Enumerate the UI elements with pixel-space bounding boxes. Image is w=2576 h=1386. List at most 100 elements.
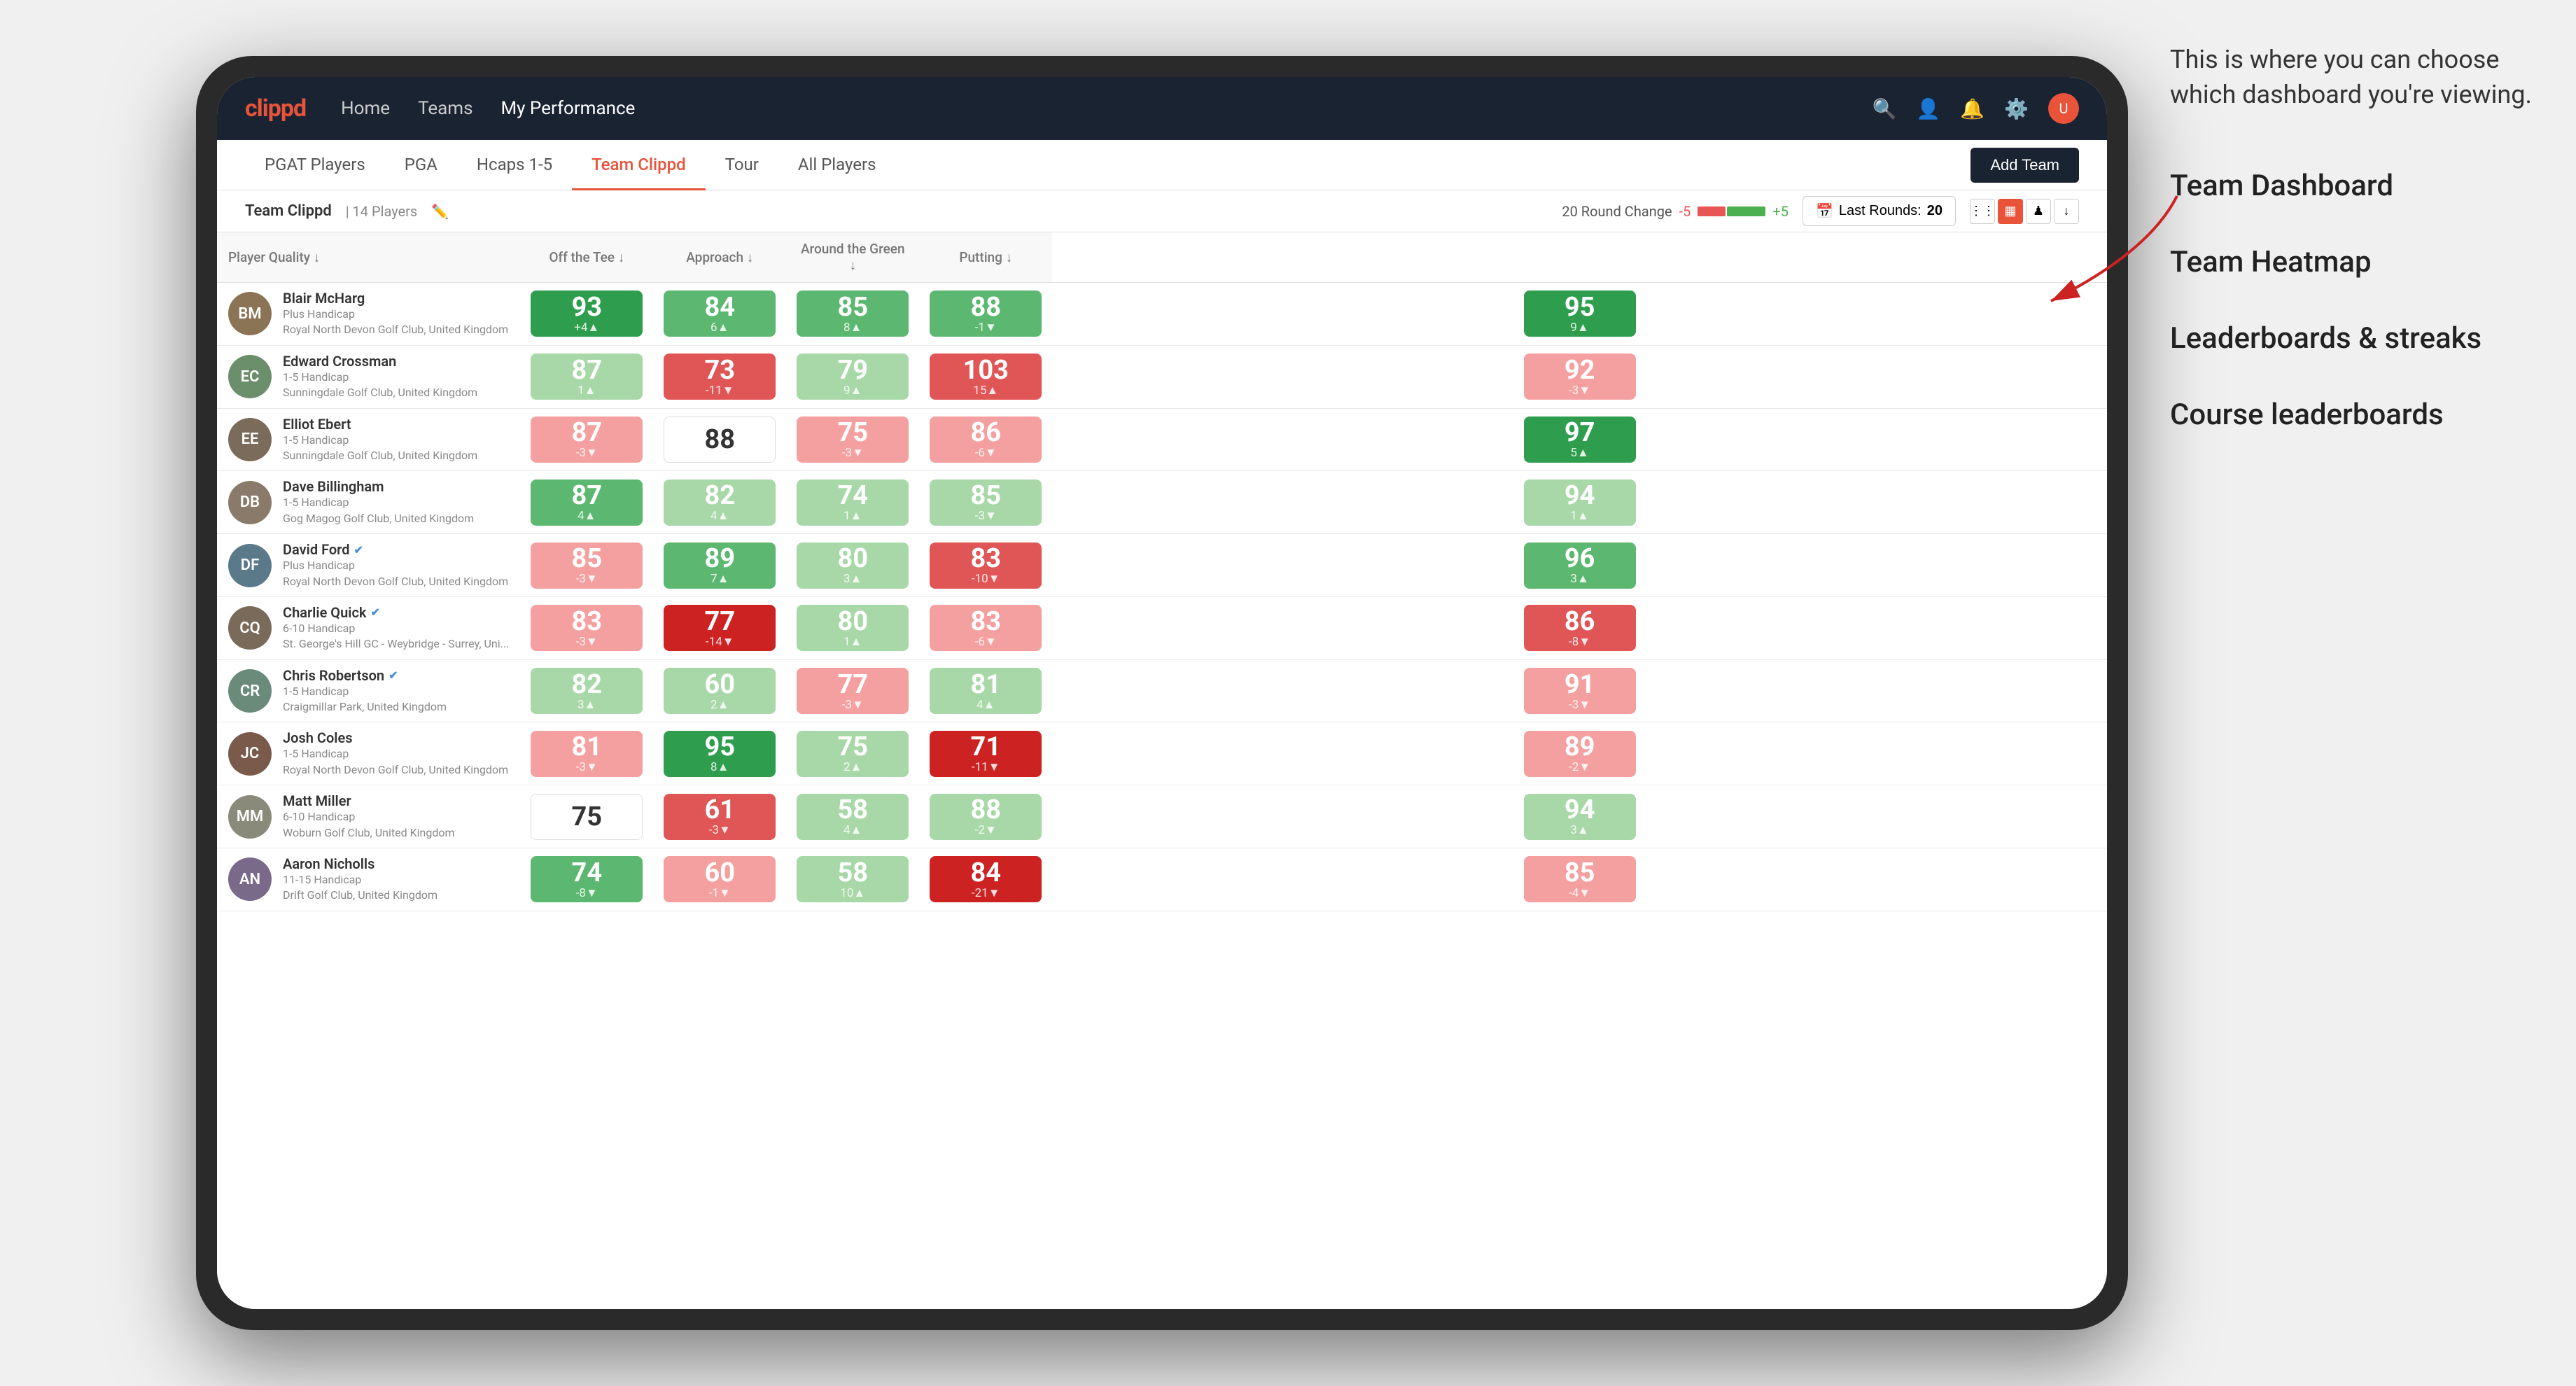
player-club: Gog Magog Golf Club, United Kingdom (283, 511, 509, 526)
table-row[interactable]: BM Blair McHarg Plus Handicap Royal Nort… (217, 283, 2107, 346)
player-name: Dave Billingham (283, 478, 509, 495)
score-box: 95 9▲ (1524, 290, 1636, 337)
score-cell-2: 58 4▲ (786, 785, 919, 848)
score-cell-3: 103 15▲ (919, 345, 1052, 408)
score-cell-3: 71 -11▼ (919, 722, 1052, 785)
score-box: 58 10▲ (797, 856, 909, 902)
table-row[interactable]: DF David Ford ✔ Plus Handicap Royal Nort… (217, 534, 2107, 597)
score-box: 86 -8▼ (1524, 605, 1636, 651)
score-box: 71 -11▼ (930, 731, 1042, 777)
calendar-icon: 📅 (1816, 202, 1833, 220)
tab-pgat[interactable]: PGAT Players (245, 140, 385, 190)
score-cell-4: 94 1▲ (1052, 471, 2107, 534)
nav-item-my-performance[interactable]: My Performance (500, 98, 635, 119)
add-team-button[interactable]: Add Team (1970, 148, 2079, 183)
nav-item-home[interactable]: Home (341, 98, 390, 119)
search-icon[interactable]: 🔍 (1872, 97, 1897, 120)
tab-all-players[interactable]: All Players (778, 140, 896, 190)
score-cell-3: 81 4▲ (919, 659, 1052, 722)
score-cell-2: 58 10▲ (786, 848, 919, 911)
score-box: 87 4▲ (531, 479, 643, 526)
col-header-player: Player Quality ↓ (217, 232, 520, 283)
round-change: 20 Round Change -5 +5 (1562, 203, 1788, 220)
col-header-approach[interactable]: Approach ↓ (653, 232, 786, 283)
score-cell-0: 82 3▲ (520, 659, 653, 722)
player-handicap: 1-5 Handicap (283, 684, 509, 699)
player-info: Dave Billingham 1-5 Handicap Gog Magog G… (283, 478, 509, 526)
score-box: 95 8▲ (664, 731, 776, 777)
score-box: 94 3▲ (1524, 794, 1636, 840)
annotation-area: This is where you can choose which dashb… (2170, 42, 2534, 474)
player-avatar: CQ (228, 606, 272, 650)
score-box: 81 -3▼ (531, 731, 643, 777)
table-row[interactable]: EC Edward Crossman 1-5 Handicap Sunningd… (217, 345, 2107, 408)
score-cell-1: 95 8▲ (653, 722, 786, 785)
score-box: 60 2▲ (664, 668, 776, 714)
player-info: David Ford ✔ Plus Handicap Royal North D… (283, 541, 509, 589)
player-info: Edward Crossman 1-5 Handicap Sunningdale… (283, 353, 509, 401)
table-row[interactable]: AN Aaron Nicholls 11-15 Handicap Drift G… (217, 848, 2107, 911)
score-cell-0: 83 -3▼ (520, 596, 653, 659)
table-row[interactable]: DB Dave Billingham 1-5 Handicap Gog Mago… (217, 471, 2107, 534)
score-box: 58 4▲ (797, 794, 909, 840)
score-cell-4: 92 -3▼ (1052, 345, 2107, 408)
data-table: Player Quality ↓ Off the Tee ↓ Approach … (217, 232, 2107, 911)
sub-header: Team Clippd | 14 Players ✏️ 20 Round Cha… (217, 190, 2107, 232)
player-info: Charlie Quick ✔ 6-10 Handicap St. George… (283, 604, 509, 652)
verified-icon: ✔ (370, 606, 379, 619)
profile-icon[interactable]: 👤 (1916, 97, 1940, 120)
score-cell-0: 74 -8▼ (520, 848, 653, 911)
score-box: 75 -3▼ (797, 416, 909, 463)
nav-item-teams[interactable]: Teams (418, 98, 472, 119)
col-header-around-green[interactable]: Around the Green ↓ (786, 232, 919, 283)
tab-hcaps[interactable]: Hcaps 1-5 (457, 140, 572, 190)
score-box: 84 -21▼ (930, 856, 1042, 902)
tab-pga[interactable]: PGA (385, 140, 457, 190)
player-handicap: 1-5 Handicap (283, 746, 509, 762)
score-box: 85 -3▼ (930, 479, 1042, 526)
score-box: 83 -10▼ (930, 542, 1042, 589)
player-cell: BM Blair McHarg Plus Handicap Royal Nort… (217, 283, 520, 345)
annotation-item-1: Team Heatmap (2170, 245, 2534, 279)
score-box: 87 1▲ (531, 354, 643, 400)
score-cell-3: 88 -2▼ (919, 785, 1052, 848)
table-row[interactable]: MM Matt Miller 6-10 Handicap Woburn Golf… (217, 785, 2107, 848)
player-info: Josh Coles 1-5 Handicap Royal North Devo… (283, 729, 509, 778)
table-row[interactable]: CQ Charlie Quick ✔ 6-10 Handicap St. Geo… (217, 596, 2107, 659)
annotation-items: Team Dashboard Team Heatmap Leaderboards… (2170, 169, 2534, 432)
score-cell-3: 83 -10▼ (919, 534, 1052, 597)
player-handicap: 1-5 Handicap (283, 433, 509, 448)
score-box: 81 4▲ (930, 668, 1042, 714)
settings-icon[interactable]: ⚙️ (2004, 97, 2029, 120)
score-box: 83 -6▼ (930, 605, 1042, 651)
player-name: Josh Coles (283, 729, 509, 746)
player-info: Aaron Nicholls 11-15 Handicap Drift Golf… (283, 855, 509, 904)
player-cell: DB Dave Billingham 1-5 Handicap Gog Mago… (217, 471, 520, 533)
player-count: | 14 Players (346, 203, 418, 220)
tab-team-clippd[interactable]: Team Clippd (572, 140, 706, 190)
score-cell-1: 60 2▲ (653, 659, 786, 722)
score-cell-3: 86 -6▼ (919, 408, 1052, 471)
user-avatar[interactable]: U (2048, 93, 2079, 124)
score-box: 88 -1▼ (930, 290, 1042, 337)
score-box: 86 -6▼ (930, 416, 1042, 463)
bell-icon[interactable]: 🔔 (1960, 97, 1984, 120)
edit-icon[interactable]: ✏️ (431, 203, 449, 220)
score-cell-4: 96 3▲ (1052, 534, 2107, 597)
player-handicap: Plus Handicap (283, 558, 509, 573)
score-cell-4: 94 3▲ (1052, 785, 2107, 848)
table-row[interactable]: CR Chris Robertson ✔ 1-5 Handicap Craigm… (217, 659, 2107, 722)
score-cell-1: 60 -1▼ (653, 848, 786, 911)
view-icon-list[interactable]: ⋮⋮ (1970, 199, 1995, 224)
col-header-off-tee[interactable]: Off the Tee ↓ (520, 232, 653, 283)
score-cell-2: 85 8▲ (786, 283, 919, 346)
col-header-putting[interactable]: Putting ↓ (919, 232, 1052, 283)
score-cell-1: 82 4▲ (653, 471, 786, 534)
score-box: 85 8▲ (797, 290, 909, 337)
score-box: 87 -3▼ (531, 416, 643, 463)
table-row[interactable]: EE Elliot Ebert 1-5 Handicap Sunningdale… (217, 408, 2107, 471)
last-rounds-button[interactable]: 📅 Last Rounds: 20 (1802, 196, 1956, 226)
score-cell-1: 73 -11▼ (653, 345, 786, 408)
tab-tour[interactable]: Tour (706, 140, 778, 190)
table-row[interactable]: JC Josh Coles 1-5 Handicap Royal North D… (217, 722, 2107, 785)
